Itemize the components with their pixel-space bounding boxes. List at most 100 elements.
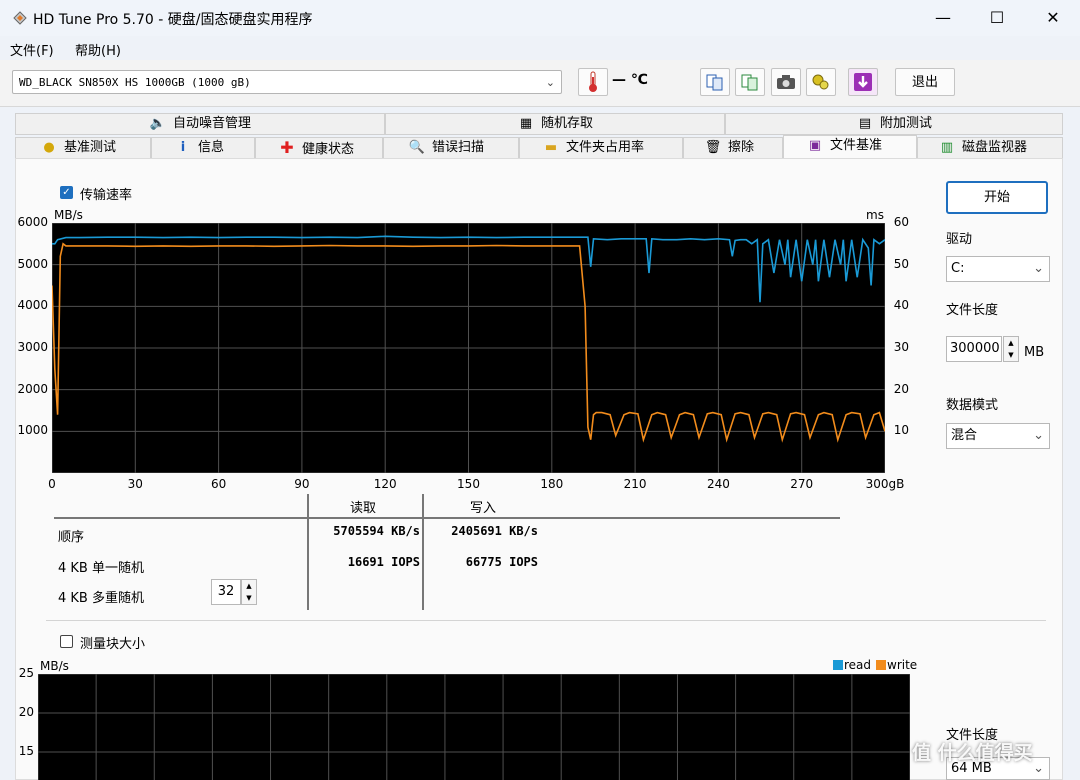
file-benchmark-icon: ▣ <box>808 138 822 153</box>
block-chart-y-unit: MB/s <box>40 659 69 673</box>
y2-tick-label: 40 <box>893 298 909 313</box>
stepper-down-icon[interactable]: ▼ <box>1004 349 1018 361</box>
header-divider <box>54 517 840 519</box>
save-button[interactable] <box>848 68 878 96</box>
app-icon <box>13 11 27 25</box>
file-length-unit: MB <box>1024 345 1045 360</box>
x-tick-label: 150 <box>457 477 480 491</box>
y-axis-unit: MB/s <box>54 208 83 222</box>
block-size-chart <box>38 674 910 780</box>
minimize-button[interactable]: — <box>920 0 966 36</box>
y-tick-label: 6000 <box>17 215 48 229</box>
write-column-header: 写入 <box>470 501 497 516</box>
tab-erase[interactable]: 🗑 擦除 <box>683 137 783 159</box>
column-divider <box>422 494 424 610</box>
start-button[interactable]: 开始 <box>946 181 1048 214</box>
column-divider <box>307 494 309 610</box>
tab-extra-tests[interactable]: ▤ 附加测试 <box>725 113 1063 135</box>
queue-depth-input[interactable]: 32 <box>211 579 241 605</box>
tab-error-scan[interactable]: 🔍 错误扫描 <box>383 137 519 159</box>
drive-select-value: WD_BLACK SN850X HS 1000GB (1000 gB) <box>19 76 251 89</box>
camera-icon <box>777 75 795 89</box>
tab-folder-usage[interactable]: ▬ 文件夹占用率 <box>519 137 683 159</box>
tab-info[interactable]: i 信息 <box>151 137 255 159</box>
transfer-rate-label: 传输速率 <box>80 188 133 203</box>
block-y-tick-label: 15 <box>18 744 34 758</box>
copy-screenshot-button[interactable] <box>735 68 765 96</box>
data-mode-combo-value: 混合 <box>951 428 978 443</box>
maximize-button[interactable]: ☐ <box>974 0 1020 36</box>
file-length-stepper[interactable]: ▲ ▼ <box>1003 336 1019 362</box>
stepper-up-icon[interactable]: ▲ <box>1004 337 1018 349</box>
row-label-4k-multi: 4 KB 多重随机 <box>58 591 144 606</box>
bar-chart-icon: ▥ <box>940 140 954 155</box>
tab-benchmark[interactable]: ● 基准测试 <box>15 137 151 159</box>
speaker-icon: 🔈 <box>149 116 167 131</box>
stepper-down-icon[interactable]: ▼ <box>242 592 256 604</box>
y2-tick-label: 60 <box>893 215 909 229</box>
tab-disk-monitor[interactable]: ▥ 磁盘监视器 <box>917 137 1063 159</box>
menu-bar <box>0 37 1080 59</box>
chevron-down-icon: ⌄ <box>1033 261 1044 276</box>
x-tick-label: 60 <box>210 477 227 491</box>
drive-combo[interactable]: C: ⌄ <box>946 256 1050 282</box>
tab-random-access[interactable]: ▦ 随机存取 <box>385 113 725 135</box>
y-tick-label: 2000 <box>17 381 48 396</box>
temperature-button[interactable] <box>578 68 608 96</box>
data-mode-combo[interactable]: 混合 ⌄ <box>946 423 1050 449</box>
download-arrow-icon <box>854 73 872 91</box>
thermometer-icon <box>589 71 597 92</box>
queue-depth-stepper[interactable]: ▲ ▼ <box>241 579 257 605</box>
read-column-header: 读取 <box>350 501 377 516</box>
tab-file-benchmark[interactable]: ▣ 文件基准 <box>783 135 917 160</box>
4k-single-write-value: 66775 IOPS <box>465 555 538 569</box>
block-size-label: 测量块大小 <box>80 637 146 652</box>
scatter-icon: ▦ <box>519 116 533 131</box>
y2-tick-label: 30 <box>893 340 909 354</box>
copy-text-button[interactable] <box>700 68 730 96</box>
row-label-4k-single: 4 KB 单一随机 <box>58 561 144 576</box>
trash-icon: 🗑 <box>704 140 722 155</box>
file-length-input[interactable]: 300000 <box>946 336 1002 362</box>
section-divider <box>46 620 1046 621</box>
menu-file[interactable]: 文件(F) <box>10 40 54 59</box>
chevron-down-icon: ⌄ <box>545 76 555 89</box>
clipboard-icon <box>741 74 758 91</box>
legend-write-label: write <box>887 658 918 672</box>
chart-icon: ▤ <box>858 116 872 131</box>
sequential-read-value: 5705594 KB/s <box>333 524 420 538</box>
legend-read-label: read <box>844 658 872 672</box>
lightbulb-icon: ● <box>43 140 55 155</box>
tab-noise-management[interactable]: 🔈 自动噪音管理 <box>15 113 385 135</box>
x-tick-label: 270 <box>790 477 814 491</box>
copy-icon <box>706 74 723 91</box>
screenshot-button[interactable] <box>771 68 801 96</box>
x-tick-label: 30 <box>127 477 143 491</box>
drive-select[interactable]: WD_BLACK SN850X HS 1000GB (1000 gB) ⌄ <box>12 70 562 94</box>
folder-icon: ▬ <box>544 140 558 155</box>
transfer-rate-chart <box>52 223 885 473</box>
stepper-up-icon[interactable]: ▲ <box>242 580 256 592</box>
y2-tick-label: 10 <box>893 423 909 438</box>
file-length-label: 文件长度 <box>946 303 999 318</box>
x-tick-label: 0 <box>48 477 56 491</box>
y2-axis-unit: ms <box>866 208 884 222</box>
block-y-tick-label: 20 <box>18 705 34 719</box>
transfer-rate-plot <box>52 223 885 473</box>
red-cross-icon: ✚ <box>280 138 294 157</box>
transfer-rate-checkbox[interactable]: ✓ <box>60 186 73 199</box>
chevron-down-icon: ⌄ <box>1033 428 1044 443</box>
close-button[interactable]: ✕ <box>1030 0 1076 36</box>
tab-health[interactable]: ✚ 健康状态 <box>255 137 383 159</box>
menu-help[interactable]: 帮助(H) <box>75 40 121 59</box>
magnifier-icon: 🔍 <box>408 140 426 155</box>
options-button[interactable] <box>806 68 836 96</box>
watermark: 值 什么值得买 <box>912 742 1033 764</box>
block-size-checkbox[interactable] <box>60 635 73 648</box>
y-tick-label: 4000 <box>17 298 48 313</box>
info-icon: i <box>180 140 186 155</box>
y-tick-label: 1000 <box>17 423 48 438</box>
block-size-plot <box>38 674 910 780</box>
exit-button[interactable]: 退出 <box>895 68 955 96</box>
4k-single-read-value: 16691 IOPS <box>347 555 420 569</box>
